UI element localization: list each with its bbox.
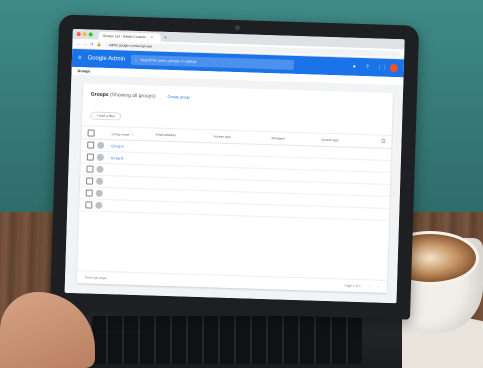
group-email [153, 207, 211, 209]
create-group-link[interactable]: Create group [167, 95, 189, 100]
group-email [155, 159, 213, 161]
group-members [271, 151, 321, 153]
rows-per-page-label: Rows per page [85, 275, 107, 281]
column-header-email[interactable]: Email address [156, 133, 214, 139]
group-avatar [95, 201, 103, 209]
group-access-type [213, 161, 271, 163]
groups-card: Groups (Showing all groups) Create group… [76, 83, 394, 293]
group-members [269, 211, 319, 213]
minimize-window-dot[interactable] [82, 32, 87, 37]
tab-title: Groups List - Admin Console [102, 33, 146, 40]
group-email [155, 147, 213, 149]
photo-scene: Groups List - Admin Console × + ← → ⟳ 🔒 … [0, 0, 483, 368]
column-header-access-type[interactable]: Access type [214, 134, 272, 140]
add-filter-button[interactable]: + Add a filter [90, 111, 122, 121]
group-name-link[interactable] [110, 194, 154, 195]
laptop-screen: Groups List - Admin Console × + ← → ⟳ 🔒 … [64, 28, 405, 304]
group-name-link[interactable] [110, 182, 154, 183]
column-header-group-name[interactable]: Group name ↑ [112, 131, 156, 137]
help-icon[interactable]: ? [364, 64, 371, 70]
select-all-checkbox[interactable] [87, 128, 95, 137]
account-avatar[interactable] [389, 63, 398, 73]
laptop-lid: Groups List - Admin Console × + ← → ⟳ 🔒 … [50, 14, 420, 320]
groups-table: Group name ↑ Email address Access type Me… [79, 126, 392, 221]
row-checkbox[interactable] [87, 141, 95, 149]
row-checkbox[interactable] [86, 153, 94, 161]
group-avatar [96, 153, 104, 161]
group-email [154, 195, 212, 197]
back-icon[interactable]: ← [76, 39, 80, 48]
notifications-icon[interactable]: ● [351, 64, 358, 70]
column-header-members[interactable]: Members [271, 136, 321, 142]
webcam [234, 25, 241, 31]
column-header-access-type-2[interactable]: Access type [321, 138, 379, 144]
table-footer: Rows per page Page 1 of 1 ‹ › [76, 270, 388, 293]
row-checkbox[interactable] [85, 201, 93, 209]
group-name-link[interactable]: Group A [111, 144, 155, 149]
page-title: Groups (Showing all groups) [91, 92, 156, 100]
group-name-link[interactable] [109, 206, 153, 207]
search-icon: ⌕ [135, 57, 138, 62]
page-info: Page 1 of 1 [344, 283, 361, 289]
column-header-group-name-label: Group name [111, 131, 130, 137]
group-name-link[interactable] [110, 170, 154, 171]
group-avatar [95, 177, 104, 185]
group-access-type [212, 197, 270, 199]
new-tab-button[interactable]: + [164, 34, 167, 42]
group-name-link[interactable]: Group B [111, 156, 155, 161]
row-checkbox[interactable] [86, 165, 94, 173]
group-members [270, 187, 320, 189]
menu-icon[interactable]: ≡ [78, 55, 82, 61]
group-avatar [95, 189, 103, 197]
next-page-icon[interactable]: › [378, 285, 379, 289]
sort-arrow-icon: ↑ [131, 131, 134, 137]
page-title-text: Groups [90, 91, 109, 99]
apps-icon[interactable]: ⋮⋮ [377, 64, 387, 70]
group-email [154, 183, 212, 185]
search-placeholder: Search for users, groups or settings [140, 58, 198, 64]
window-controls [76, 29, 93, 39]
keyboard [92, 316, 362, 364]
forward-icon[interactable]: → [83, 39, 87, 48]
group-members [270, 175, 320, 177]
prev-page-icon[interactable]: ‹ [369, 284, 370, 288]
group-email [154, 171, 212, 173]
group-avatar [97, 141, 105, 149]
pagination: Page 1 of 1 ‹ › [344, 284, 379, 289]
group-members [270, 199, 320, 201]
group-access-type [212, 185, 270, 187]
search-input[interactable]: ⌕ Search for users, groups or settings [130, 54, 295, 70]
table-body: Group A Group B [79, 139, 392, 221]
page-subtitle-text: Showing all groups [111, 92, 154, 100]
group-access-type [213, 149, 271, 151]
lock-icon: 🔒 [96, 41, 102, 47]
brand-logo[interactable]: Google Admin [87, 55, 125, 62]
group-access-type [212, 173, 270, 175]
main-content: Groups (Showing all groups) Create group… [64, 74, 404, 304]
group-avatar [96, 165, 104, 173]
row-checkbox[interactable] [85, 189, 93, 197]
page-subtitle: (Showing all groups) [109, 92, 156, 100]
maximize-window-dot[interactable] [88, 32, 93, 37]
tab-close-icon[interactable]: × [151, 34, 153, 39]
group-access-type [211, 209, 269, 211]
group-members [271, 163, 321, 165]
row-checkbox[interactable] [85, 177, 94, 185]
column-settings-icon[interactable]: ⊡ [379, 139, 385, 145]
close-window-dot[interactable] [76, 32, 81, 37]
reload-icon[interactable]: ⟳ [90, 39, 94, 48]
